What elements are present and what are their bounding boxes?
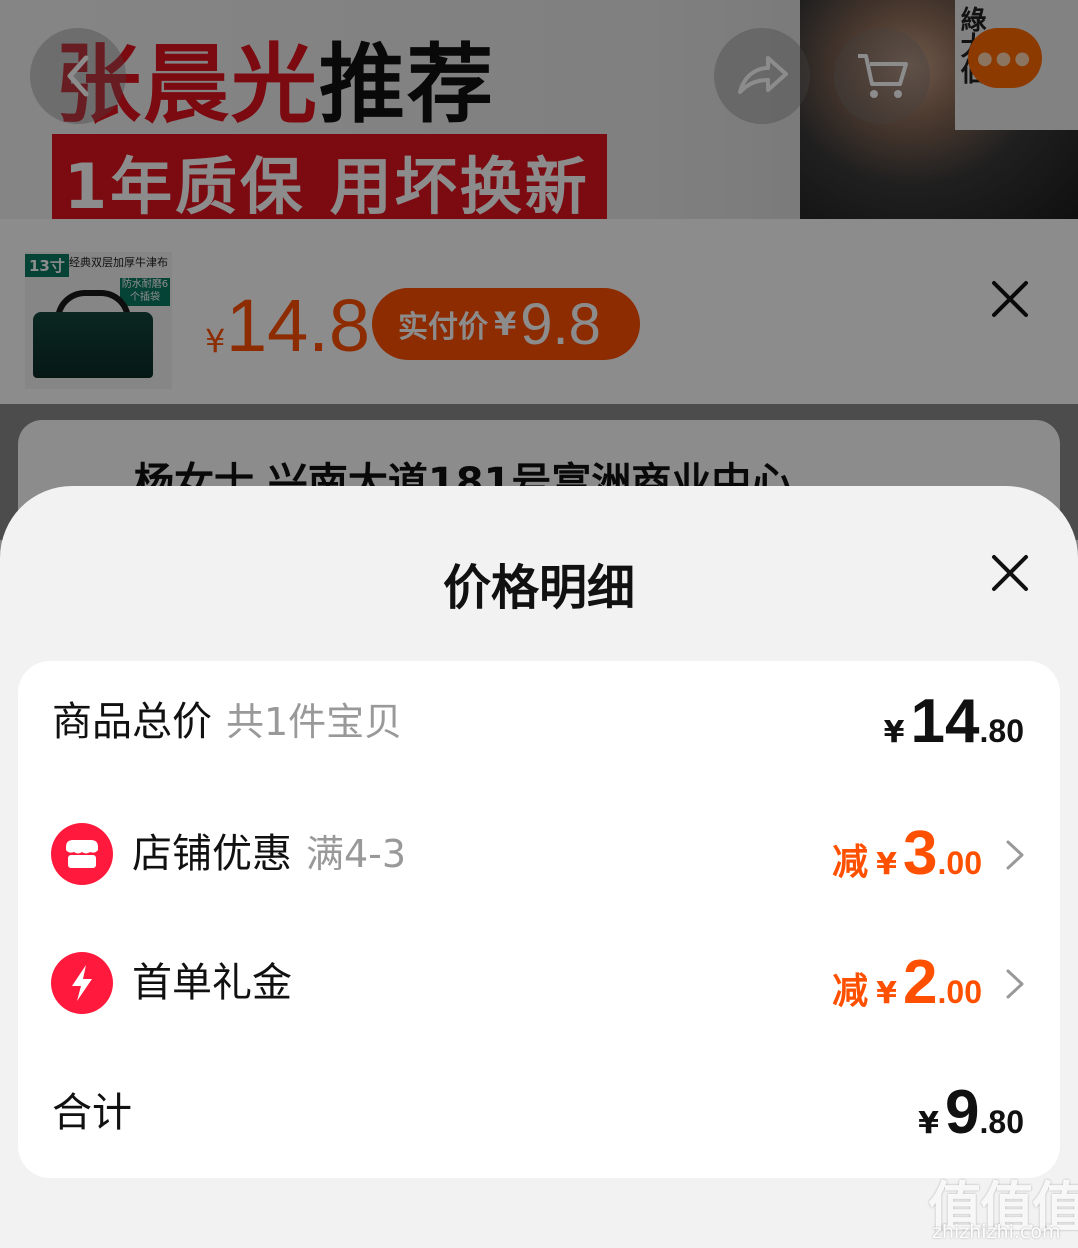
watermark-url: zhizhizhi.com <box>932 1221 1061 1243</box>
store-icon <box>51 823 113 885</box>
goods-total-label: 商品总价 共1件宝贝 <box>52 699 403 745</box>
store-discount-label: 店铺优惠 满4-3 <box>132 831 407 877</box>
sheet-close-button[interactable] <box>990 553 1030 597</box>
store-discount-amount: 减 ¥3.00 <box>832 819 982 888</box>
first-order-gift-row[interactable]: 首单礼金 减 ¥2.00 <box>18 938 1060 1028</box>
total-label: 合计 <box>52 1090 132 1136</box>
sheet-title: 价格明细 <box>442 560 635 616</box>
store-discount-row[interactable]: 店铺优惠 满4-3 减 ¥3.00 <box>18 809 1060 899</box>
lightning-icon <box>51 952 113 1014</box>
chevron-right-icon <box>1006 969 1024 999</box>
total-row: 合计 ¥9.80 <box>18 1068 1060 1158</box>
goods-total-amount: ¥14.80 <box>883 687 1024 756</box>
watermark: 值值值 zhizhizhi.com <box>928 1163 1078 1245</box>
first-order-gift-label: 首单礼金 <box>132 960 292 1006</box>
store-discount-rule: 满4-3 <box>306 832 407 876</box>
item-count: 共1件宝贝 <box>226 700 403 744</box>
goods-total-row: 商品总价 共1件宝贝 ¥14.80 <box>18 677 1060 767</box>
first-order-gift-amount: 减 ¥2.00 <box>832 948 982 1017</box>
total-amount: ¥9.80 <box>918 1078 1024 1147</box>
close-icon <box>992 555 1028 591</box>
chevron-right-icon <box>1006 840 1024 870</box>
